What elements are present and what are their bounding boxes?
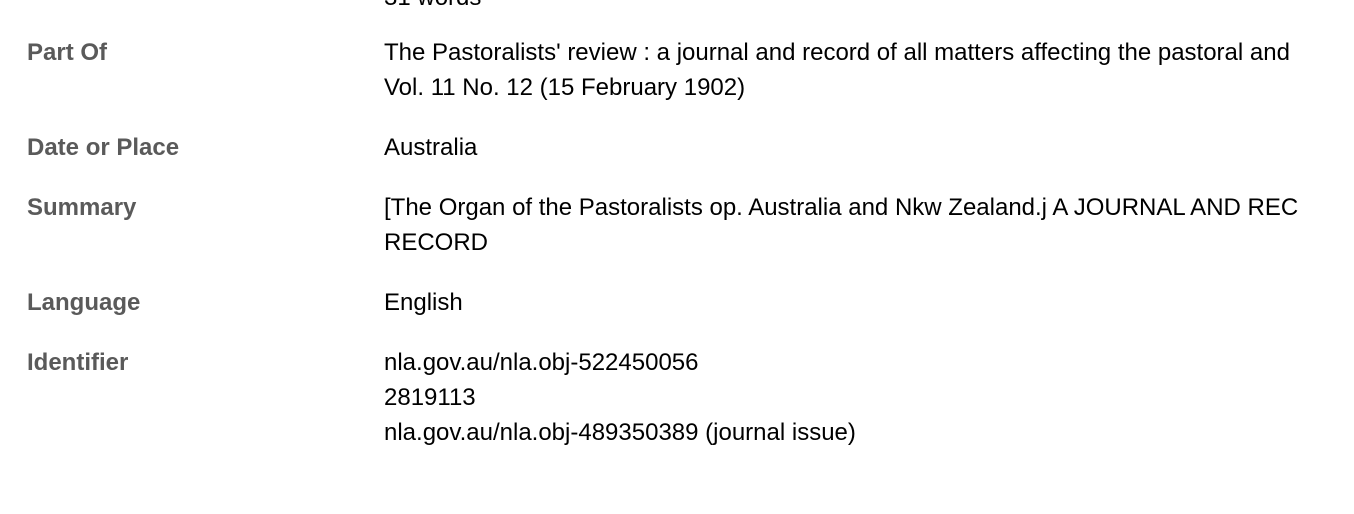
field-value-identifier: nla.gov.au/nla.obj-522450056 2819113 nla… xyxy=(384,345,1354,450)
field-label-summary: Summary xyxy=(27,194,137,221)
language-line: English xyxy=(384,289,463,316)
identifier-line-1: nla.gov.au/nla.obj-522450056 xyxy=(384,349,699,376)
field-value-date-or-place: Australia xyxy=(384,130,1354,165)
field-value-part-of: The Pastoralists' review : a journal and… xyxy=(384,35,1354,105)
field-label-identifier: Identifier xyxy=(27,349,129,376)
word-count-text: 31 words xyxy=(384,0,481,12)
field-value-language: English xyxy=(384,285,1354,320)
date-or-place-line: Australia xyxy=(384,134,478,161)
field-label-part-of: Part Of xyxy=(27,39,108,66)
identifier-line-3: nla.gov.au/nla.obj-489350389 (journal is… xyxy=(384,419,856,446)
summary-line-2: RECORD xyxy=(384,229,489,256)
part-of-title-line: The Pastoralists' review : a journal and… xyxy=(384,39,1290,66)
part-of-issue-line: Vol. 11 No. 12 (15 February 1902) xyxy=(384,74,746,101)
field-label-language: Language xyxy=(27,289,141,316)
summary-line-1: [The Organ of the Pastoralists op. Austr… xyxy=(384,194,1299,221)
field-label-date-or-place: Date or Place xyxy=(27,134,180,161)
identifier-line-2: 2819113 xyxy=(384,384,476,411)
field-value-summary: [The Organ of the Pastoralists op. Austr… xyxy=(384,190,1354,260)
